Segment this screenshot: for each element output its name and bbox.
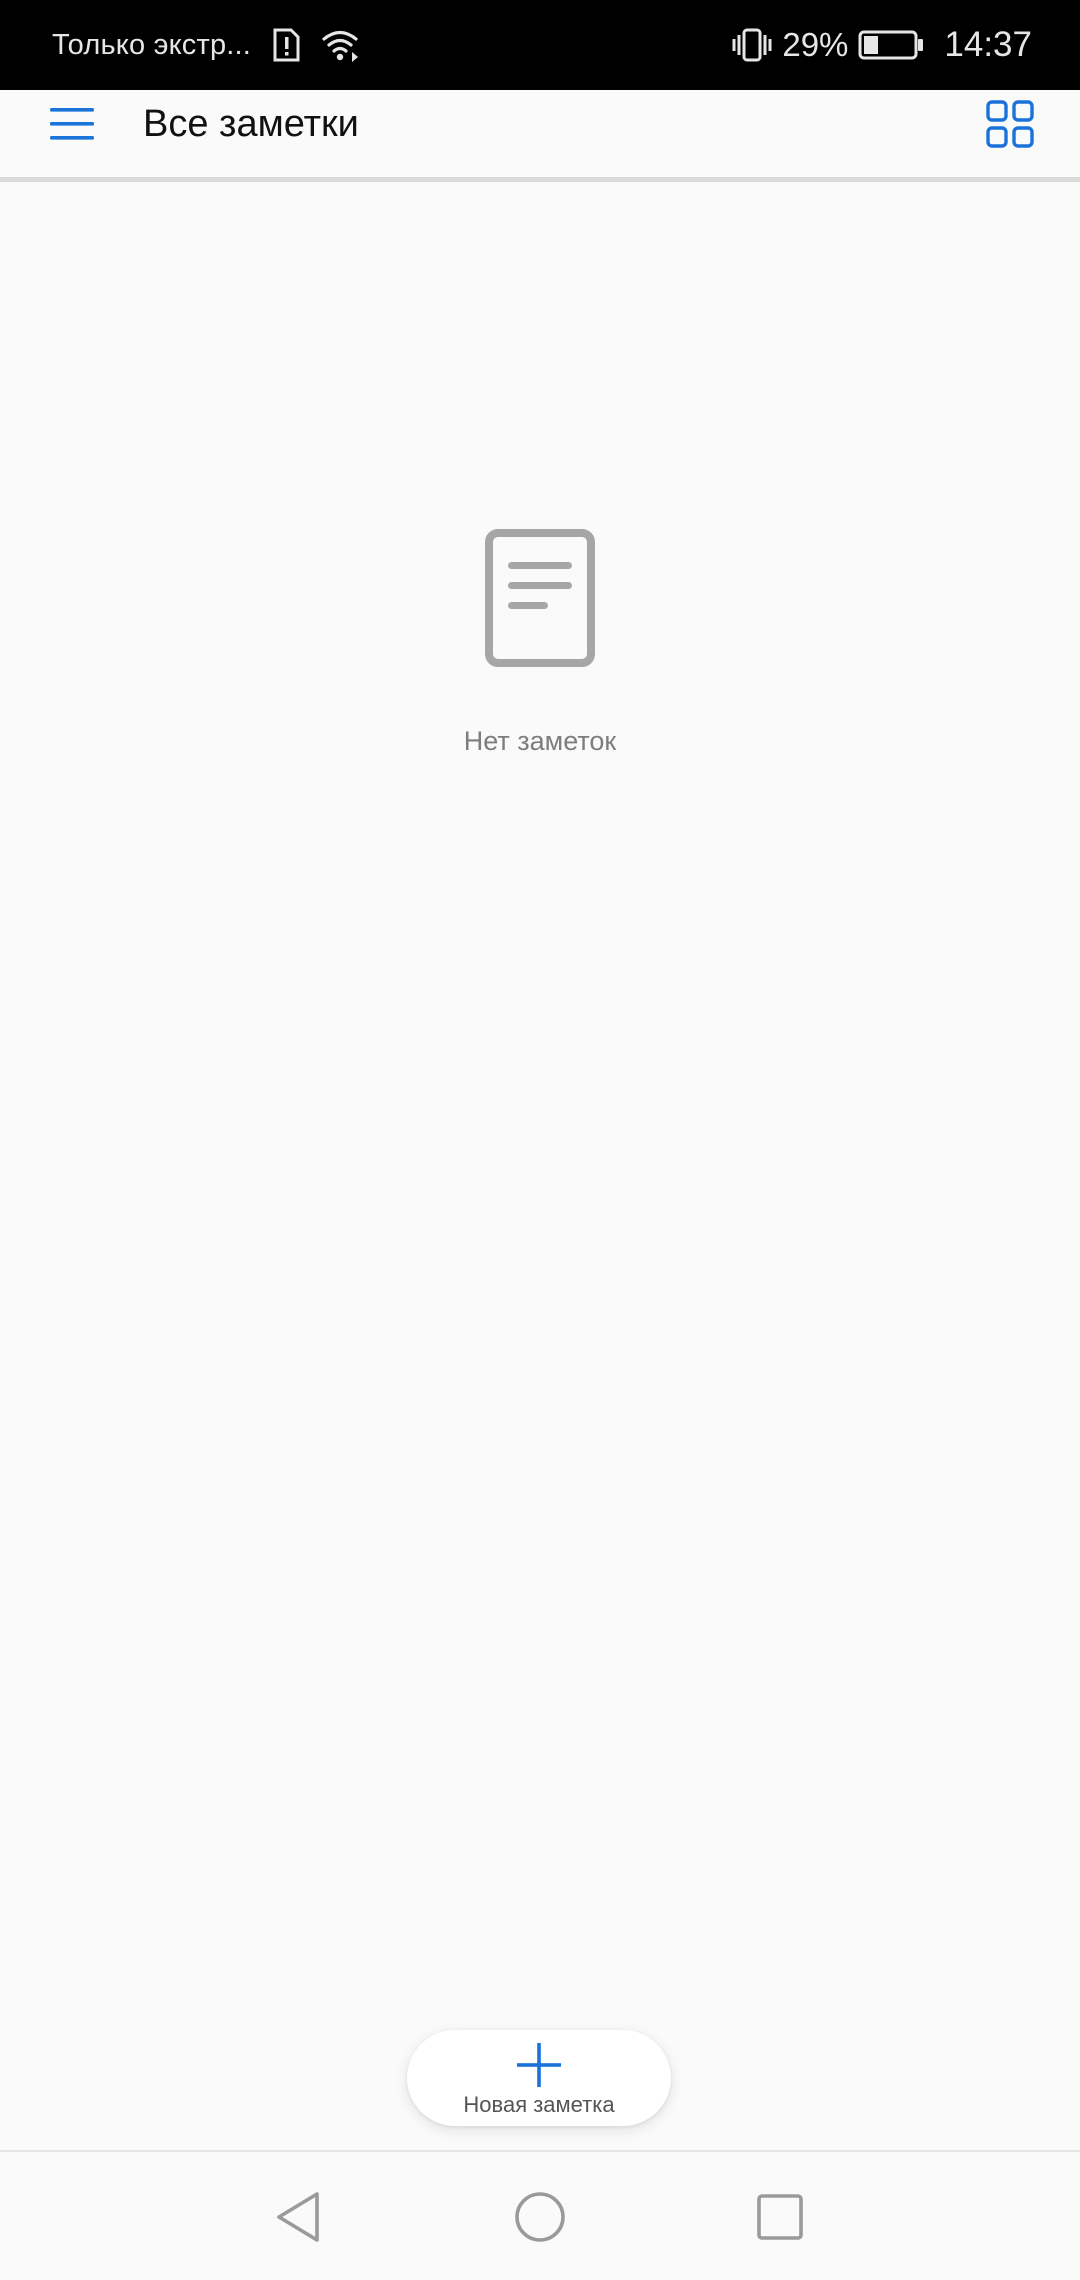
navigation-bar bbox=[0, 2150, 1080, 2280]
page-title: Все заметки bbox=[143, 103, 359, 145]
empty-state: Нет заметок bbox=[0, 528, 1080, 757]
recents-icon bbox=[757, 2194, 803, 2240]
status-bar: Только экстр... 29% 14:37 bbox=[0, 0, 1080, 90]
wifi-icon bbox=[321, 28, 361, 62]
menu-icon bbox=[50, 108, 94, 140]
home-icon bbox=[515, 2192, 565, 2242]
plus-icon bbox=[517, 2043, 561, 2087]
grid-view-icon bbox=[986, 100, 1034, 148]
empty-message: Нет заметок bbox=[463, 726, 617, 756]
app-bar: Все заметки bbox=[0, 90, 1080, 182]
home-button[interactable] bbox=[505, 2182, 575, 2252]
menu-button[interactable] bbox=[40, 92, 104, 156]
carrier-text: Только экстр... bbox=[52, 28, 252, 61]
new-note-button[interactable]: Новая заметка bbox=[407, 2030, 671, 2126]
new-note-label: Новая заметка bbox=[463, 2092, 615, 2117]
back-button[interactable] bbox=[264, 2182, 334, 2252]
recents-button[interactable] bbox=[745, 2182, 815, 2252]
grid-view-button[interactable] bbox=[978, 92, 1042, 156]
battery-icon bbox=[858, 29, 924, 61]
battery-percent: 29% bbox=[782, 26, 849, 63]
note-document-icon bbox=[485, 529, 595, 667]
status-right: 29% 14:37 bbox=[732, 25, 1032, 65]
sim-alert-icon bbox=[271, 28, 301, 62]
clock: 14:37 bbox=[944, 25, 1032, 64]
vibrate-icon bbox=[732, 27, 772, 63]
status-left: Только экстр... bbox=[52, 28, 732, 62]
back-icon bbox=[277, 2192, 319, 2242]
